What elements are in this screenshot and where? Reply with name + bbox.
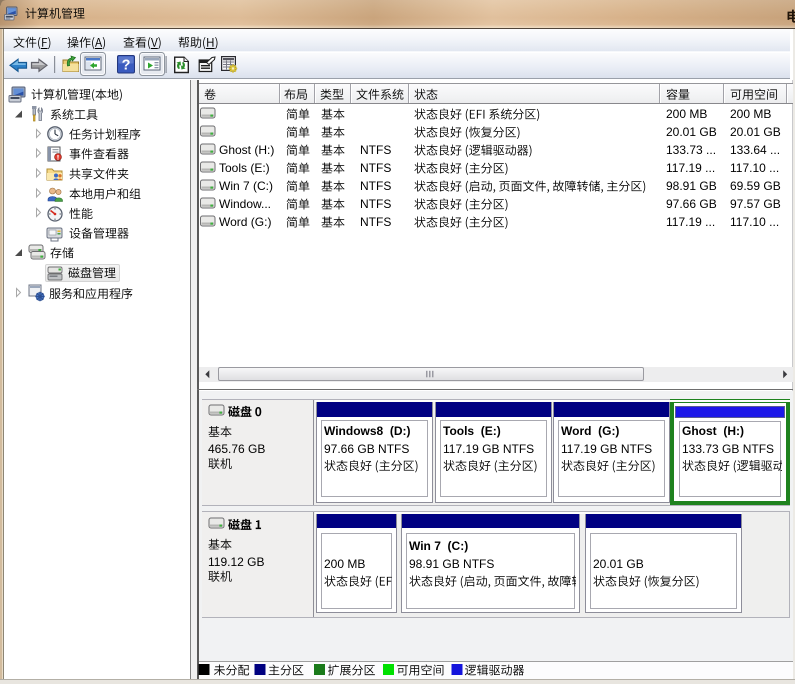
svg-text:?: ? <box>122 58 131 74</box>
